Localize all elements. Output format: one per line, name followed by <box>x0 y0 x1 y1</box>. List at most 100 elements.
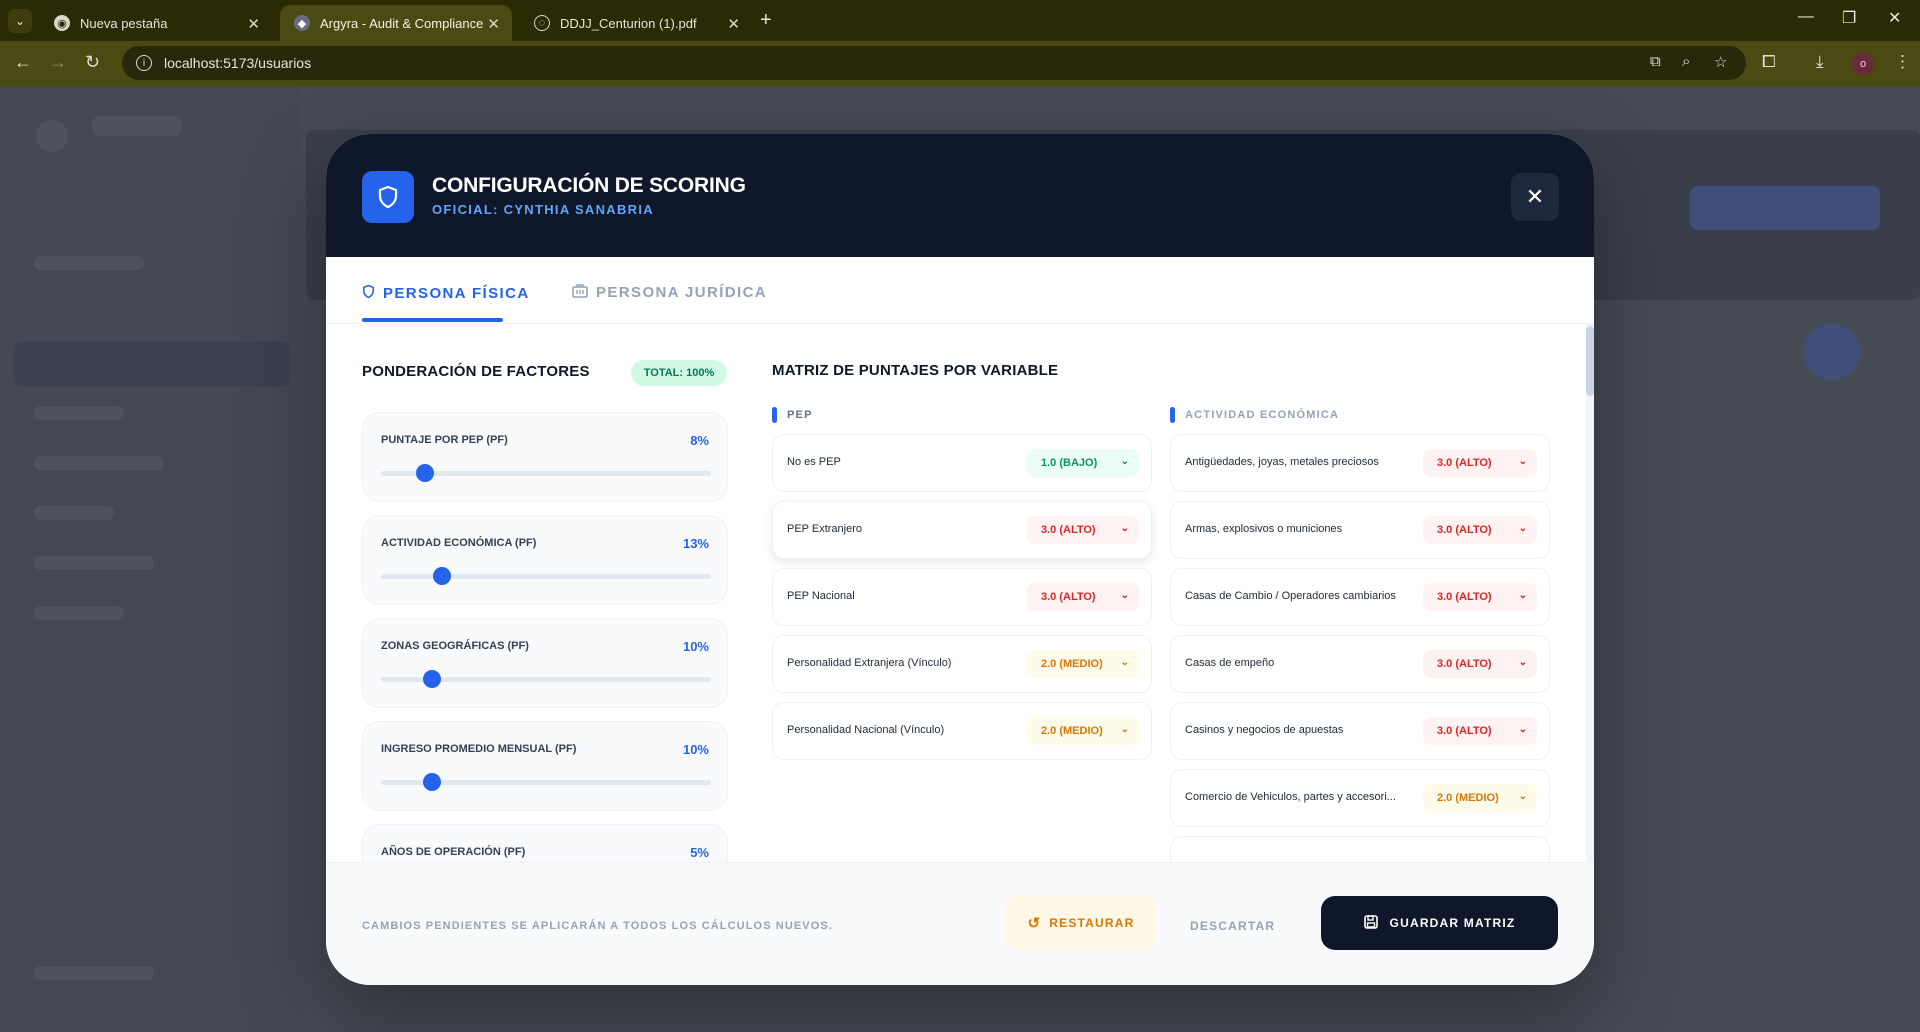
star-icon[interactable]: ☆ <box>1714 53 1727 71</box>
restore-window-icon[interactable]: ❐ <box>1842 8 1856 28</box>
factor-slider-track[interactable] <box>381 574 711 579</box>
chevron-down-icon: ⌄ <box>1120 724 1129 735</box>
minimize-icon[interactable]: — <box>1798 8 1814 26</box>
score-select[interactable]: 2.0 (MEDIO) ⌄ <box>1027 650 1139 678</box>
download-icon[interactable]: ⤓ <box>1816 52 1824 72</box>
matrix-row: PEP Extranjero 3.0 (ALTO) ⌄ <box>772 501 1152 559</box>
shield-icon <box>362 171 414 223</box>
factor-slider-thumb[interactable] <box>416 464 435 482</box>
chevron-down-icon: ⌄ <box>1120 456 1129 467</box>
factor-value: 5% <box>690 845 709 860</box>
close-icon[interactable]: ✕ <box>247 15 260 33</box>
building-icon <box>572 284 588 301</box>
score-select[interactable]: 1.0 (BAJO) ⌄ <box>1027 449 1139 477</box>
factor-label: PUNTAJE POR PEP (PF) <box>381 434 508 446</box>
score-select[interactable]: 3.0 (ALTO) ⌄ <box>1027 516 1139 544</box>
matrix-row: Armas, explosivos o municiones 3.0 (ALTO… <box>1170 501 1550 559</box>
tab-label: PERSONA JURÍDICA <box>596 284 768 301</box>
close-icon[interactable]: ✕ <box>487 15 500 33</box>
browser-tab-argyra[interactable]: ◆ Argyra - Audit & Compliance ✕ <box>280 5 512 41</box>
shield-icon <box>362 284 375 302</box>
extensions-icon[interactable]: ⧠ <box>1762 52 1776 72</box>
browser-tab-new[interactable]: ◉ Nueva pestaña ✕ <box>40 5 272 41</box>
browser-tabbar: ⌄ ◉ Nueva pestaña ✕ ◆ Argyra - Audit & C… <box>0 0 1920 41</box>
tab-label: PERSONA FÍSICA <box>383 284 530 302</box>
row-label: Comercio de Vehiculos, partes y accesori… <box>1185 791 1396 803</box>
browser-tab-pdf[interactable]: ◌ DDJJ_Centurion (1).pdf ✕ <box>520 5 752 41</box>
content-scrollbar-thumb[interactable] <box>1586 326 1594 396</box>
active-tab-indicator <box>362 318 503 322</box>
close-window-icon[interactable]: ✕ <box>1888 8 1901 28</box>
factor-label: ACTIVIDAD ECONÓMICA (PF) <box>381 537 537 549</box>
globe-icon: ◌ <box>534 15 550 31</box>
translate-icon[interactable]: ⧉ <box>1650 53 1661 70</box>
entity-tabs: PERSONA FÍSICA PERSONA JURÍDICA <box>326 257 1594 324</box>
matrix-row: Comercio de Vehiculos, partes y accesori… <box>1170 769 1550 827</box>
row-label: Armas, explosivos o municiones <box>1185 523 1343 535</box>
chevron-down-icon: ⌄ <box>1518 791 1527 802</box>
row-label: Personalidad Nacional (Vínculo) <box>787 724 945 736</box>
back-icon[interactable]: ← <box>14 52 32 73</box>
factor-value: 10% <box>682 742 709 757</box>
score-select[interactable]: 3.0 (ALTO) ⌄ <box>1027 583 1139 611</box>
factor-label: ZONAS GEOGRÁFICAS (PF) <box>381 640 529 652</box>
row-label: Casas de empeño <box>1185 657 1275 669</box>
score-select[interactable]: 3.0 (ALTO) ⌄ <box>1423 449 1537 477</box>
close-modal-button[interactable]: ✕ <box>1511 173 1559 221</box>
tab-title: Nueva pestaña <box>80 15 168 31</box>
factor-slider-thumb[interactable] <box>423 773 441 791</box>
matrix-row: Casinos y negocios de apuestas 3.0 (ALTO… <box>1170 702 1550 760</box>
zoom-icon[interactable]: ⌕ <box>1682 53 1690 70</box>
chrome-icon: ◉ <box>54 15 70 31</box>
matrix-row: Antigüedades, joyas, metales preciosos 3… <box>1170 434 1550 492</box>
matrix-title: MATRIZ DE PUNTAJES POR VARIABLE <box>772 362 1059 379</box>
profile-avatar[interactable]: o <box>1852 53 1874 75</box>
scoring-config-modal: CONFIGURACIÓN DE SCORING OFICIAL: CYNTHI… <box>326 134 1594 985</box>
row-label: Casinos y negocios de apuestas <box>1185 724 1344 736</box>
score-select[interactable]: 3.0 (ALTO) ⌄ <box>1423 717 1537 745</box>
pending-changes-note: CAMBIOS PENDIENTES SE APLICARÁN A TODOS … <box>362 920 833 932</box>
score-select[interactable]: 2.0 (MEDIO) ⌄ <box>1423 784 1537 812</box>
close-icon: ✕ <box>1525 184 1545 209</box>
new-tab-icon[interactable]: + <box>760 9 772 32</box>
chevron-down-icon: ⌄ <box>1518 724 1527 735</box>
save-icon <box>1363 914 1378 932</box>
modal-title: CONFIGURACIÓN DE SCORING <box>432 174 746 197</box>
browser-toolbar: ← → ↻ i localhost:5173/usuarios ⧉ ⌕ ☆ ⧠ … <box>0 41 1920 86</box>
score-select[interactable]: 2.0 (MEDIO) ⌄ <box>1027 717 1139 745</box>
row-label: Casas de Cambio / Operadores cambiarios <box>1185 590 1396 602</box>
factor-slider-thumb[interactable] <box>423 670 441 688</box>
content-scrollbar[interactable] <box>1586 324 1594 864</box>
tab-persona-juridica[interactable]: PERSONA JURÍDICA <box>572 284 767 301</box>
discard-button[interactable]: DESCARTAR <box>1190 919 1275 933</box>
site-info-icon[interactable]: i <box>136 55 152 71</box>
background-sidebar <box>0 86 300 1032</box>
chevron-down-icon: ⌄ <box>1518 456 1527 467</box>
matrix-row: Personalidad Nacional (Vínculo) 2.0 (MED… <box>772 702 1152 760</box>
factor-label: INGRESO PROMEDIO MENSUAL (PF) <box>381 743 577 755</box>
row-label: Antigüedades, joyas, metales preciosos <box>1185 456 1379 468</box>
score-select[interactable]: 3.0 (ALTO) ⌄ <box>1423 650 1537 678</box>
tab-persona-fisica[interactable]: PERSONA FÍSICA <box>362 284 530 302</box>
modal-subtitle: OFICIAL: CYNTHIA SANABRIA <box>432 202 654 217</box>
matrix-row: Personalidad Extranjera (Vínculo) 2.0 (M… <box>772 635 1152 693</box>
group-label-pep: PEP <box>772 407 813 423</box>
restore-button[interactable]: ↺ RESTAURAR <box>1004 896 1158 950</box>
score-select[interactable]: 3.0 (ALTO) ⌄ <box>1423 583 1537 611</box>
address-bar[interactable]: i localhost:5173/usuarios <box>122 46 1746 80</box>
close-icon[interactable]: ✕ <box>727 15 740 33</box>
tab-search-icon[interactable]: ⌄ <box>8 9 32 33</box>
factor-slider-thumb[interactable] <box>432 567 451 585</box>
reload-icon[interactable]: ↻ <box>85 52 100 73</box>
forward-icon[interactable]: → <box>49 52 67 73</box>
matrix-row: Casas de Cambio / Operadores cambiarios … <box>1170 568 1550 626</box>
factor-card: PUNTAJE POR PEP (PF) 8% <box>362 412 728 502</box>
menu-icon[interactable]: ⋮ <box>1894 52 1911 72</box>
score-select[interactable]: 3.0 (ALTO) ⌄ <box>1423 516 1537 544</box>
row-label: Personalidad Extranjera (Vínculo) <box>787 657 952 669</box>
url-text: localhost:5173/usuarios <box>164 55 312 71</box>
factor-value: 13% <box>682 536 709 551</box>
save-matrix-button[interactable]: GUARDAR MATRIZ <box>1321 896 1558 950</box>
factor-value: 8% <box>690 433 709 448</box>
chevron-down-icon: ⌄ <box>1120 657 1129 668</box>
